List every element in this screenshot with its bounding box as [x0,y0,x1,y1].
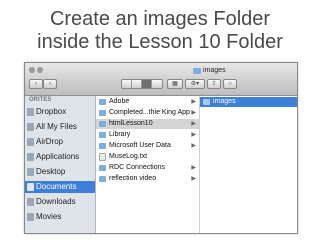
folder-icon [99,121,106,127]
column-htmllesson10: images [200,96,297,233]
sidebar-header: ORITES [29,97,52,103]
window-title: images [203,67,226,74]
view-mode-switch[interactable] [121,79,163,89]
share-button[interactable]: ⇪ [207,79,221,89]
list-item[interactable]: images [200,97,297,107]
forward-button[interactable]: › [43,79,57,89]
sidebar-item-label: Downloads [36,197,76,206]
folder-icon [99,143,106,149]
sidebar-item-airdrop[interactable]: AirDrop [25,136,95,148]
close-window-button[interactable] [29,67,35,73]
sidebar-item-label: Movies [36,212,62,221]
chevron-right-icon: ▶ [191,132,196,138]
list-item-label: RDC Connections [109,164,166,171]
list-item[interactable]: Microsoft User Data ▶ [96,141,199,151]
grid-icon: ▦ [172,81,178,87]
sidebar-item-label: Applications [36,152,80,161]
all-files-icon [27,123,34,131]
sidebar-item-label: All My Files [36,122,77,131]
list-item-label: htmlLesson10 [109,120,153,127]
chevron-right-icon: ▶ [191,110,196,116]
slide-title-line-2: inside the Lesson 10 Folder [37,31,283,53]
finder-titlebar: images ‹ › ▦ ⚙▾ ⇪ ○ [25,63,297,96]
sidebar-item-label: AirDrop [36,137,64,146]
minimize-window-button[interactable] [37,67,43,73]
sidebar-item-downloads[interactable]: Downloads [25,196,95,208]
list-item-label: Library [109,131,131,138]
tag-button[interactable]: ○ [223,79,237,89]
list-item-label: Microsoft User Data [109,142,171,149]
sidebar-item-label: Desktop [36,167,66,176]
sidebar-item-documents[interactable]: Documents [25,181,95,193]
slide-title-line-1: Create an images Folder [49,8,271,30]
folder-icon [99,132,106,138]
movies-icon [27,213,34,221]
folder-icon [99,165,106,171]
list-item[interactable]: RDC Connections ▶ [96,163,199,173]
list-item[interactable]: Completed...thie King App ▶ [96,108,199,118]
list-view-button[interactable] [132,80,142,88]
text-file-icon [99,153,106,161]
slide-title: Create an images Folder inside the Lesso… [0,8,320,54]
list-item-label: images [213,98,236,105]
list-item[interactable]: htmlLesson10 ▶ [96,119,199,129]
tag-icon: ○ [228,81,232,87]
list-item[interactable]: Adobe ▶ [96,97,199,107]
desktop-icon [27,168,34,176]
list-item-label: reflection video [109,175,157,182]
airdrop-icon [27,138,34,146]
documents-icon [27,183,34,191]
sidebar-item-desktop[interactable]: Desktop [25,166,95,178]
list-item[interactable]: Library ▶ [96,130,199,140]
action-button[interactable]: ⚙▾ [185,79,205,89]
folder-icon [99,176,106,182]
gear-icon: ⚙▾ [190,81,200,87]
sidebar-item-dropbox[interactable]: Dropbox [25,106,95,118]
applications-icon [27,153,34,161]
sidebar-item-label: Documents [36,182,77,191]
sidebar-item-label: Dropbox [36,107,67,116]
finder-window: images ‹ › ▦ ⚙▾ ⇪ ○ ORITES Dropbox All M… [24,62,298,234]
dropbox-icon [27,108,34,116]
sidebar-item-all-my-files[interactable]: All My Files [25,121,95,133]
column-view-button[interactable] [142,80,152,88]
icon-view-button[interactable] [122,80,132,88]
column-documents: Adobe ▶ Completed...thie King App ▶ html… [96,96,200,233]
folder-icon [99,99,106,105]
sidebar-item-movies[interactable]: Movies [25,211,95,223]
sidebar: ORITES Dropbox All My Files AirDrop Appl… [25,96,96,233]
list-item[interactable]: reflection video ▶ [96,174,199,184]
chevron-right-icon: ▶ [191,121,196,127]
folder-icon [203,99,210,105]
sidebar-item-applications[interactable]: Applications [25,151,95,163]
chevron-right-icon: ▶ [191,165,196,171]
chevron-right-icon: ▶ [191,143,196,149]
coverflow-view-button[interactable] [152,80,162,88]
list-item-label: Completed...thie King App [109,109,190,116]
back-button[interactable]: ‹ [29,79,43,89]
chevron-right-icon: ▶ [191,176,196,182]
folder-icon [99,110,106,116]
chevron-right-icon: ▶ [191,99,196,105]
folder-icon [193,68,201,74]
list-item-label: MuseLog.txt [109,153,148,160]
share-icon: ⇪ [211,81,217,87]
arrange-button[interactable]: ▦ [167,79,183,89]
list-item-label: Adobe [109,98,130,105]
downloads-icon [27,198,34,206]
list-item[interactable]: MuseLog.txt [96,152,199,162]
